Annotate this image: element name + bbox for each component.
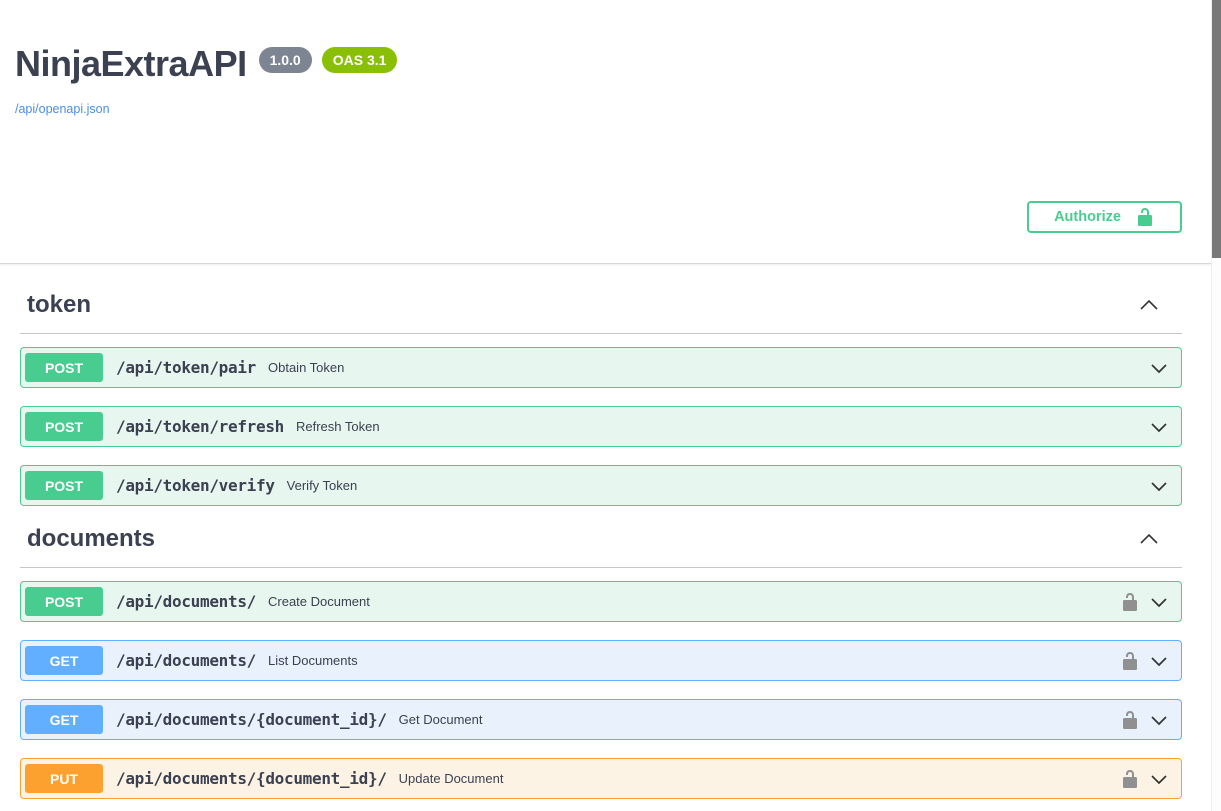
endpoint-path: /api/documents/ xyxy=(116,592,256,611)
endpoint-summary: Refresh Token xyxy=(296,419,380,434)
chevron-down-icon xyxy=(1151,597,1167,607)
expand-endpoint-button[interactable] xyxy=(1147,476,1171,496)
expand-endpoint-button[interactable] xyxy=(1147,592,1171,612)
auth-lock-button[interactable] xyxy=(1120,592,1140,612)
swagger-ui-page: NinjaExtraAPI 1.0.0 OAS 3.1 /api/openapi… xyxy=(0,0,1211,811)
chevron-up-icon xyxy=(1140,533,1158,544)
endpoint-summary: Obtain Token xyxy=(268,360,345,375)
endpoint-list: POST /api/token/pair Obtain Token POST /… xyxy=(20,334,1182,506)
tag-section-documents: documents POST /api/documents/ Create Do… xyxy=(20,524,1182,799)
chevron-down-icon xyxy=(1151,774,1167,784)
endpoint-row-post[interactable]: POST /api/documents/ Create Document xyxy=(20,581,1182,622)
method-badge: POST xyxy=(25,353,103,382)
unlocked-padlock-icon xyxy=(1123,592,1137,611)
method-badge: GET xyxy=(25,705,103,734)
expand-endpoint-button[interactable] xyxy=(1147,769,1171,789)
chevron-down-icon xyxy=(1151,656,1167,666)
endpoint-row-post[interactable]: POST /api/token/refresh Refresh Token xyxy=(20,406,1182,447)
endpoint-summary: Create Document xyxy=(268,594,370,609)
scheme-container: Authorize xyxy=(0,201,1211,264)
endpoint-summary: List Documents xyxy=(268,653,358,668)
endpoint-path: /api/documents/ xyxy=(116,651,256,670)
method-badge: GET xyxy=(25,646,103,675)
version-badges: 1.0.0 OAS 3.1 xyxy=(258,47,398,74)
endpoint-row-get[interactable]: GET /api/documents/ List Documents xyxy=(20,640,1182,681)
authorize-button[interactable]: Authorize xyxy=(1027,201,1182,233)
method-badge: PUT xyxy=(25,764,103,793)
endpoint-summary: Verify Token xyxy=(286,478,358,493)
sections: token POST /api/token/pair Obtain Token … xyxy=(0,290,1211,799)
unlocked-padlock-icon xyxy=(1137,208,1152,226)
unlocked-padlock-icon xyxy=(1123,769,1137,788)
section-header[interactable]: token xyxy=(20,290,1182,334)
unlocked-padlock-icon xyxy=(1123,710,1137,729)
expand-endpoint-button[interactable] xyxy=(1147,651,1171,671)
method-badge: POST xyxy=(25,587,103,616)
collapse-section-button[interactable] xyxy=(1136,294,1162,316)
method-badge: POST xyxy=(25,412,103,441)
auth-lock-button[interactable] xyxy=(1120,710,1140,730)
scrollbar-thumb[interactable] xyxy=(1212,0,1221,258)
api-info: NinjaExtraAPI 1.0.0 OAS 3.1 /api/openapi… xyxy=(0,0,1211,118)
endpoint-summary: Update Document xyxy=(398,771,504,786)
expand-endpoint-button[interactable] xyxy=(1147,358,1171,378)
expand-endpoint-button[interactable] xyxy=(1147,710,1171,730)
endpoint-row-post[interactable]: POST /api/token/pair Obtain Token xyxy=(20,347,1182,388)
chevron-down-icon xyxy=(1151,715,1167,725)
version-badge: 1.0.0 xyxy=(258,47,312,74)
chevron-down-icon xyxy=(1151,481,1167,491)
endpoint-path: /api/token/refresh xyxy=(116,417,284,436)
endpoint-path: /api/token/pair xyxy=(116,358,256,377)
page-scrollbar[interactable] xyxy=(1211,0,1221,811)
endpoint-row-get[interactable]: GET /api/documents/{document_id}/ Get Do… xyxy=(20,699,1182,740)
unlocked-padlock-icon xyxy=(1123,651,1137,670)
method-badge: POST xyxy=(25,471,103,500)
section-title: token xyxy=(27,291,92,318)
page-title: NinjaExtraAPI xyxy=(15,43,247,84)
endpoint-row-post[interactable]: POST /api/token/verify Verify Token xyxy=(20,465,1182,506)
authorize-button-label: Authorize xyxy=(1054,209,1121,225)
openapi-spec-link[interactable]: /api/openapi.json xyxy=(15,102,110,116)
endpoint-row-put[interactable]: PUT /api/documents/{document_id}/ Update… xyxy=(20,758,1182,799)
tag-section-token: token POST /api/token/pair Obtain Token … xyxy=(20,290,1182,506)
auth-lock-button[interactable] xyxy=(1120,651,1140,671)
oas-badge: OAS 3.1 xyxy=(321,47,398,74)
chevron-down-icon xyxy=(1151,363,1167,373)
endpoint-path: /api/documents/{document_id}/ xyxy=(116,769,387,788)
collapse-section-button[interactable] xyxy=(1136,528,1162,550)
auth-lock-button[interactable] xyxy=(1120,769,1140,789)
endpoint-list: POST /api/documents/ Create Document GET… xyxy=(20,568,1182,799)
chevron-down-icon xyxy=(1151,422,1167,432)
section-title: documents xyxy=(27,525,156,552)
endpoint-path: /api/token/verify xyxy=(116,476,275,495)
endpoint-summary: Get Document xyxy=(398,712,483,727)
endpoint-path: /api/documents/{document_id}/ xyxy=(116,710,387,729)
section-header[interactable]: documents xyxy=(20,524,1182,568)
chevron-up-icon xyxy=(1140,299,1158,310)
expand-endpoint-button[interactable] xyxy=(1147,417,1171,437)
